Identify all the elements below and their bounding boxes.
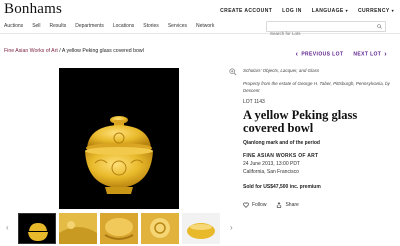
- lot-navigation: ‹ PREVIOUS LOT NEXT LOT ›: [293, 51, 390, 58]
- create-account-link[interactable]: CREATE ACCOUNT: [220, 8, 272, 14]
- nav-stories[interactable]: Stories: [143, 23, 159, 29]
- chevron-left-icon: ‹: [295, 51, 299, 58]
- follow-icon: [243, 202, 249, 208]
- search-icon[interactable]: [377, 24, 382, 29]
- thumbnail-image: [182, 213, 220, 244]
- thumbnail-1[interactable]: [18, 213, 56, 244]
- bonhams-logo[interactable]: Bonhams: [4, 1, 62, 18]
- sale-date: 24 June 2013, 13:00 PDT: [243, 161, 300, 167]
- thumbnail-strip: ‹ ›: [0, 213, 240, 246]
- nav-network[interactable]: Network: [196, 23, 214, 29]
- sold-price: Sold for US$47,500 inc. premium: [243, 184, 321, 190]
- breadcrumb-separator: /: [59, 48, 61, 54]
- nav-sell[interactable]: Sell: [32, 23, 40, 29]
- chevron-left-icon[interactable]: ‹: [6, 223, 9, 232]
- thumbnail-2[interactable]: [59, 213, 97, 244]
- nav-results[interactable]: Results: [50, 23, 67, 29]
- sale-department[interactable]: FINE ASIAN WORKS OF ART: [243, 153, 395, 159]
- currency-menu[interactable]: CURRENCY ▾: [358, 8, 394, 14]
- lot-actions: Follow Share: [243, 202, 395, 208]
- thumbnail-image: [59, 213, 97, 244]
- lot-details: Scholars' Objects, Lacquer, and Glass Pr…: [243, 68, 395, 208]
- nav-services[interactable]: Services: [168, 23, 187, 29]
- chevron-right-icon[interactable]: ›: [230, 223, 233, 232]
- search-box: [266, 21, 386, 38]
- lot-title: A yellow Peking glass covered bowl: [243, 108, 358, 135]
- main-nav: Auctions Sell Results Departments Locati…: [4, 23, 214, 29]
- login-link[interactable]: LOG IN: [282, 8, 302, 14]
- nav-auctions[interactable]: Auctions: [4, 23, 23, 29]
- nav-locations[interactable]: Locations: [113, 23, 134, 29]
- breadcrumb-link[interactable]: Fine Asian Works of Art: [4, 48, 58, 54]
- thumbnail-image: [100, 213, 138, 244]
- lot-subtitle: Qianlong mark and of the period: [243, 140, 320, 146]
- thumbnail-5[interactable]: [182, 213, 220, 244]
- site-header: Bonhams Auctions Sell Results Department…: [0, 0, 400, 38]
- search-input[interactable]: [267, 29, 367, 38]
- chevron-down-icon: ▾: [345, 8, 349, 13]
- language-menu[interactable]: LANGUAGE ▾: [312, 8, 348, 14]
- thumbnail-3[interactable]: [100, 213, 138, 244]
- account-links: CREATE ACCOUNT LOG IN LANGUAGE ▾ CURRENCY…: [220, 8, 394, 14]
- share-button[interactable]: Share: [276, 202, 299, 208]
- breadcrumb-current: A yellow Peking glass covered bowl: [61, 48, 144, 54]
- breadcrumb: Fine Asian Works of Art / A yellow Pekin…: [4, 48, 144, 54]
- zoom-icon[interactable]: [229, 68, 237, 76]
- lot-number: LOT 1143: [243, 99, 265, 105]
- thumbnail-image: [19, 214, 55, 243]
- previous-lot-link[interactable]: ‹ PREVIOUS LOT: [293, 51, 344, 58]
- next-lot-link[interactable]: NEXT LOT ›: [353, 51, 390, 58]
- chevron-down-icon: ▾: [391, 8, 394, 13]
- sale-location: California, San Francisco: [243, 169, 299, 175]
- chevron-right-icon: ›: [384, 51, 387, 58]
- lot-main-image[interactable]: [59, 68, 179, 209]
- lot-provenance: Property from the estate of George H. Ta…: [243, 81, 390, 93]
- thumbnail-image: [141, 213, 179, 244]
- nav-departments[interactable]: Departments: [75, 23, 104, 29]
- share-icon: [277, 202, 282, 208]
- follow-button[interactable]: Follow: [243, 202, 266, 208]
- yellow-glass-bowl-image: [59, 68, 179, 209]
- thumbnail-4[interactable]: [141, 213, 179, 244]
- lot-category: Scholars' Objects, Lacquer, and Glass: [243, 68, 320, 73]
